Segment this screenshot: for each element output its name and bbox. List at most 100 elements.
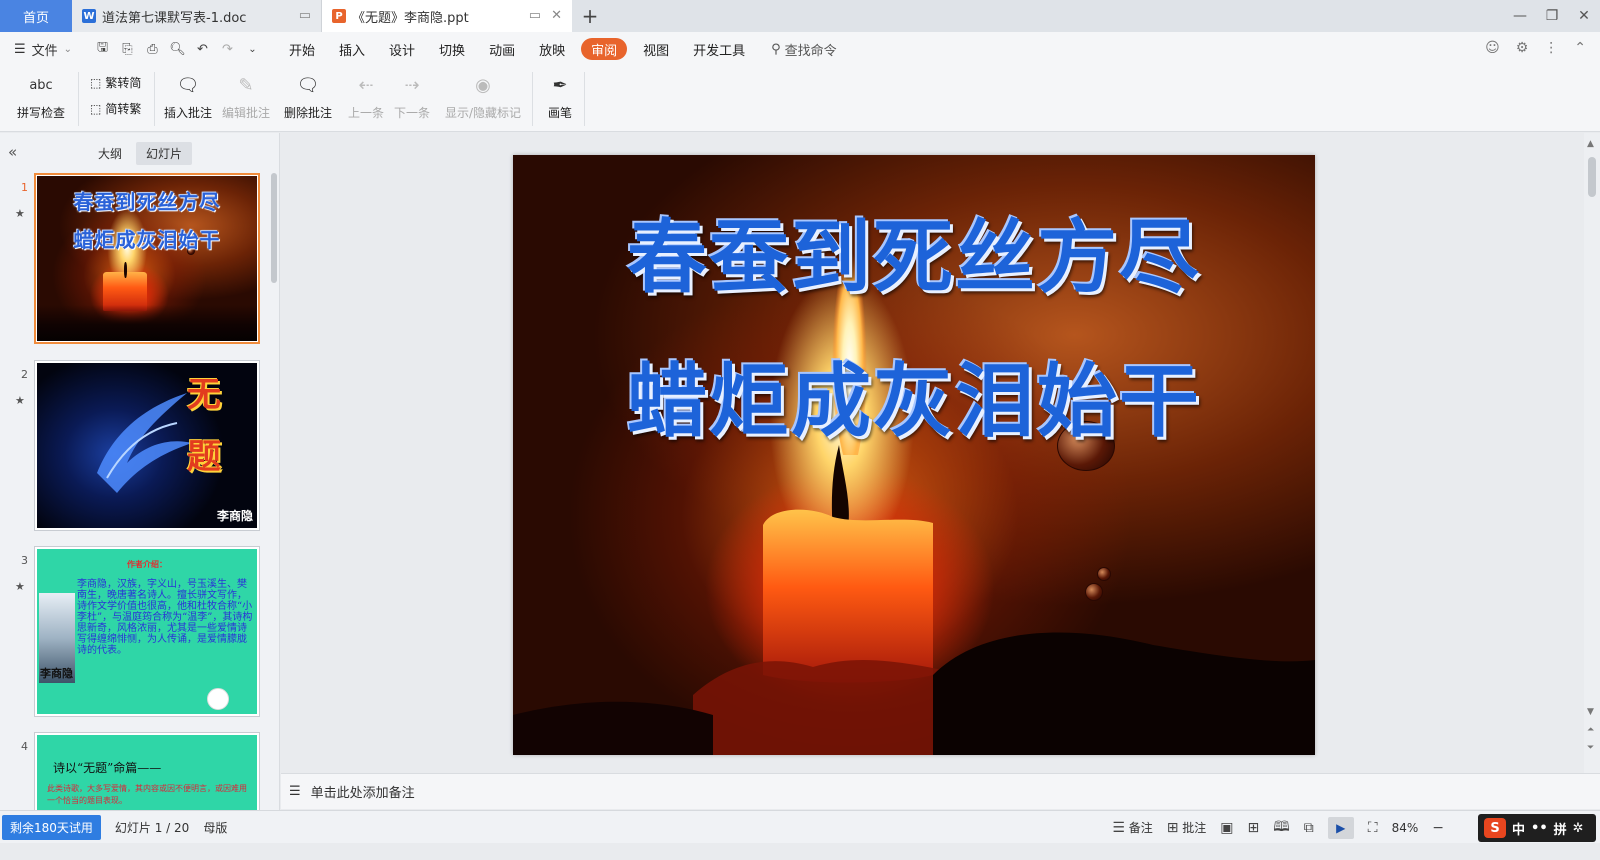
tab-developer[interactable]: 开发工具 bbox=[681, 38, 757, 60]
delete-comment-icon: 🗨 bbox=[296, 74, 320, 96]
monitor-icon[interactable]: ▭ bbox=[299, 8, 311, 23]
slide-title-line1[interactable]: 春蚕到死丝方尽 bbox=[513, 193, 1315, 309]
droplet bbox=[1085, 583, 1103, 601]
comments-toggle[interactable]: ⊞ 批注 bbox=[1167, 819, 1207, 836]
play-slideshow-button[interactable]: ▶ bbox=[1327, 816, 1354, 839]
ime-pinyin[interactable]: 拼 bbox=[1554, 819, 1567, 838]
tab-slideshow[interactable]: 放映 bbox=[527, 38, 577, 60]
animation-star-icon: ★ bbox=[15, 207, 25, 220]
print-preview-icon[interactable]: 🔍︎ bbox=[169, 41, 186, 58]
comment-icon: ⊞ bbox=[1166, 820, 1179, 836]
next-comment-button[interactable]: ⇢ 下一条 bbox=[392, 72, 432, 121]
tab-slides[interactable]: 幻灯片 bbox=[136, 142, 193, 165]
thumb-body-text: 李商隐，汉族，字义山，号玉溪生、樊南生，晚唐著名诗人。擅长骈文写作，诗作文学价值… bbox=[77, 579, 253, 656]
spellcheck-label: 拼写检查 bbox=[16, 106, 65, 120]
show-hide-markup-button[interactable]: ◉ 显示/隐藏标记 bbox=[440, 72, 526, 121]
menu-right-icons: ☺ ⚙ ⋮ ⌃ bbox=[1485, 40, 1586, 56]
next-slide-icon[interactable]: ⏷ bbox=[1587, 743, 1594, 753]
ime-punct-icon[interactable]: •• bbox=[1531, 821, 1548, 836]
panel-view-tabs: 大纲 幻灯片 bbox=[88, 142, 193, 165]
add-tab-button[interactable]: + bbox=[572, 0, 608, 32]
panel-scrollbar[interactable] bbox=[271, 173, 277, 283]
save-icon[interactable]: 🖫 bbox=[94, 40, 111, 58]
screen-capture-icon[interactable]: ⧉ bbox=[1304, 820, 1314, 836]
prev-comment-label: 上一条 bbox=[347, 106, 384, 120]
print-icon[interactable]: ⎙ bbox=[144, 41, 161, 58]
export-pdf-icon[interactable]: ⎘ bbox=[119, 41, 136, 58]
slide-thumbnail[interactable]: 无 题 李商隐 bbox=[34, 360, 260, 531]
redo-icon[interactable]: ↷ bbox=[219, 41, 236, 58]
thumb-author: 李商隐 bbox=[40, 667, 73, 680]
candle-base bbox=[37, 304, 257, 341]
tab-view[interactable]: 视图 bbox=[631, 38, 681, 60]
fit-window-icon[interactable]: ⛶ bbox=[1368, 820, 1378, 836]
spellcheck-button[interactable]: abc 拼写检查 bbox=[12, 72, 70, 121]
tab-design[interactable]: 设计 bbox=[377, 38, 427, 60]
reading-view-icon[interactable]: 🕮 bbox=[1273, 816, 1290, 840]
close-window-icon[interactable]: ✕ bbox=[1568, 0, 1600, 32]
undo-icon[interactable]: ↶ bbox=[194, 41, 211, 58]
delete-comment-button[interactable]: 🗨 删除批注 bbox=[278, 72, 338, 121]
tab-outline[interactable]: 大纲 bbox=[88, 142, 132, 165]
ime-toolbar[interactable]: S 中 •• 拼 ✲ bbox=[1478, 814, 1596, 842]
scroll-up-icon[interactable]: ▲ bbox=[1587, 139, 1594, 149]
notes-toggle[interactable]: ☰ 备注 bbox=[1112, 819, 1152, 836]
editor-scrollbar[interactable]: ▲ ▼ ⏶ ⏷ bbox=[1584, 133, 1600, 773]
command-search-label: 查找命令 bbox=[784, 43, 837, 59]
command-search[interactable]: ⚲ 查找命令 bbox=[771, 40, 837, 59]
insert-comment-button[interactable]: 🗨 插入批注 bbox=[162, 72, 214, 121]
tab-transition[interactable]: 切换 bbox=[427, 38, 477, 60]
restore-icon[interactable]: ❐ bbox=[1536, 0, 1568, 32]
pen-label: 画笔 bbox=[547, 106, 572, 120]
collapse-ribbon-icon[interactable]: ⌃ bbox=[1574, 40, 1586, 56]
more-icon[interactable]: ⋮ bbox=[1544, 40, 1558, 56]
monitor-icon[interactable]: ▭ bbox=[529, 8, 541, 23]
slide-title-line2[interactable]: 蜡炬成灰泪始干 bbox=[513, 337, 1315, 453]
tab-doc[interactable]: W 道法第七课默写表-1.doc ▭ bbox=[72, 0, 322, 32]
ime-tools-icon[interactable]: ✲ bbox=[1573, 821, 1584, 836]
scroll-down-icon[interactable]: ▼ bbox=[1587, 707, 1594, 717]
current-slide[interactable]: 春蚕到死丝方尽 蜡炬成灰泪始干 bbox=[513, 155, 1315, 755]
trial-badge[interactable]: 剩余180天试用 bbox=[2, 814, 101, 840]
notes-placeholder: 单击此处添加备注 bbox=[310, 786, 415, 801]
slide-editor: 春蚕到死丝方尽 蜡炬成灰泪始干 bbox=[281, 133, 1584, 773]
file-menu[interactable]: ☰ 文件 ⌄ bbox=[0, 40, 88, 59]
tab-home[interactable]: 首页 bbox=[0, 0, 72, 32]
pen-button[interactable]: ✒ 画笔 bbox=[540, 72, 580, 121]
notes-pane[interactable]: ☰ 单击此处添加备注 bbox=[281, 773, 1600, 809]
simp-to-trad-button[interactable]: ⬚ 简转繁 bbox=[90, 100, 141, 117]
tab-insert[interactable]: 插入 bbox=[327, 38, 377, 60]
chat-icon[interactable]: ☺ bbox=[1485, 40, 1500, 56]
ribbon-divider bbox=[78, 72, 79, 126]
normal-view-icon[interactable]: ▣ bbox=[1220, 820, 1233, 836]
tab-ppt[interactable]: P 《无题》李商隐.ppt ▭ ✕ bbox=[322, 0, 572, 32]
edit-comment-label: 编辑批注 bbox=[221, 106, 270, 120]
ribbon-divider bbox=[154, 72, 155, 126]
slide-thumbnail[interactable]: 作者介绍： 李商隐，汉族，字义山，号玉溪生、樊南生，晚唐著名诗人。擅长骈文写作，… bbox=[34, 546, 260, 717]
trad-to-simp-button[interactable]: ⬚ 繁转简 bbox=[90, 74, 141, 91]
tab-review[interactable]: 审阅 bbox=[581, 38, 628, 60]
settings-icon[interactable]: ⚙ bbox=[1516, 40, 1529, 56]
edit-comment-button[interactable]: ✎ 编辑批注 bbox=[220, 72, 272, 121]
next-comment-label: 下一条 bbox=[393, 106, 430, 120]
close-icon[interactable]: ✕ bbox=[551, 8, 562, 23]
master-button[interactable]: 母版 bbox=[203, 819, 227, 836]
scrollbar-thumb[interactable] bbox=[1588, 157, 1596, 197]
comments-toggle-label: 批注 bbox=[1182, 821, 1207, 835]
collapse-panel-icon[interactable]: « bbox=[8, 143, 17, 161]
tab-start[interactable]: 开始 bbox=[277, 38, 327, 60]
slide-thumbnail[interactable]: 春蚕到死丝方尽 蜡炬成灰泪始干 bbox=[34, 173, 260, 344]
minimize-icon[interactable]: — bbox=[1504, 0, 1536, 32]
grid-view-icon[interactable]: ⊞ bbox=[1248, 820, 1260, 836]
ime-mode[interactable]: 中 bbox=[1512, 819, 1525, 838]
tab-animation[interactable]: 动画 bbox=[477, 38, 527, 60]
chevron-down-icon[interactable]: ⌄ bbox=[244, 41, 261, 58]
prev-comment-icon: ⇠ bbox=[358, 74, 374, 96]
tab-ppt-label: 《无题》李商隐.ppt bbox=[352, 10, 469, 26]
prev-comment-button[interactable]: ⇠ 上一条 bbox=[346, 72, 386, 121]
insert-comment-label: 插入批注 bbox=[163, 106, 212, 120]
ribbon: abc 拼写检查 ⬚ 繁转简 ⬚ 简转繁 🗨 插入批注 ✎ 编辑批注 🗨 删除批… bbox=[0, 66, 1600, 132]
zoom-level[interactable]: 84% bbox=[1392, 821, 1419, 835]
zoom-out-icon[interactable]: − bbox=[1432, 820, 1444, 836]
prev-slide-icon[interactable]: ⏶ bbox=[1587, 725, 1594, 735]
